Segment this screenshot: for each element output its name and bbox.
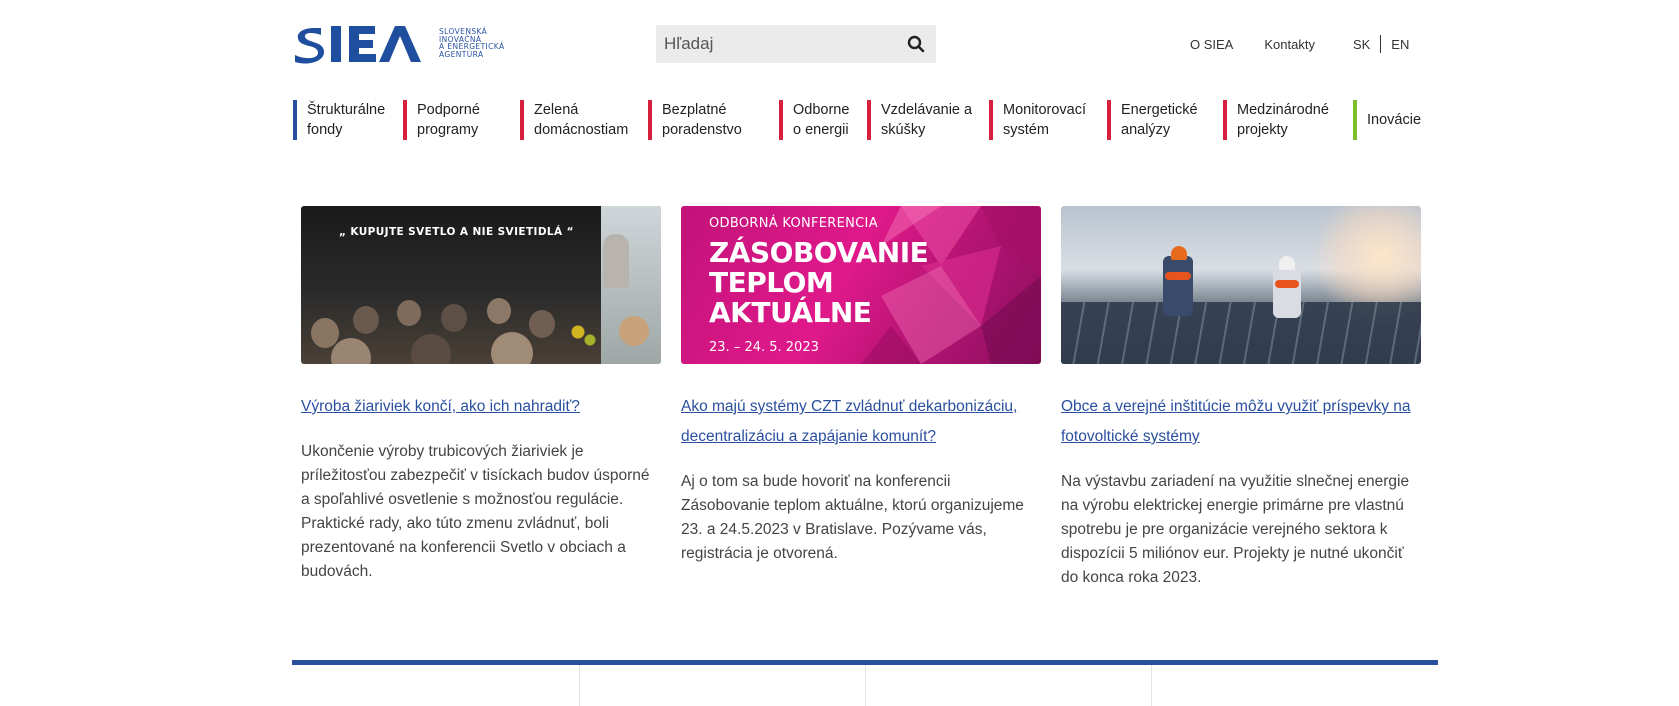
footer-column-divider — [1151, 665, 1152, 706]
lang-sk-link[interactable]: SK — [1353, 37, 1370, 52]
siea-logo[interactable]: SLOVENSKÁ INOVAČNÁ A ENERGETICKÁ AGENTÚR… — [291, 22, 523, 64]
image-audience — [331, 338, 371, 364]
search-button[interactable] — [896, 25, 936, 63]
article-excerpt: Ukončenie výroby trubicových žiariviek j… — [301, 443, 650, 580]
search-input[interactable] — [656, 25, 896, 63]
search-box — [656, 25, 936, 63]
image-solar-panels — [1061, 302, 1421, 364]
image-worker — [1273, 266, 1301, 318]
nav-item-inovacie[interactable]: Inovácie — [1353, 100, 1441, 140]
article-title-link[interactable]: Ako majú systémy CZT zvládnuť dekarboniz… — [681, 392, 1041, 452]
main-nav: Štrukturálne fondy Podporné programy Zel… — [293, 100, 1441, 140]
nav-accent-bar — [989, 100, 993, 140]
image-worker — [1165, 272, 1191, 280]
image-audience — [491, 332, 533, 364]
nav-accent-bar — [520, 100, 524, 140]
nav-label: Energetické analýzy — [1121, 102, 1198, 138]
nav-accent-bar — [1223, 100, 1227, 140]
image-audience — [529, 310, 555, 338]
nav-label: Odborne o energii — [793, 102, 850, 138]
lang-separator — [1380, 35, 1382, 53]
footer-column-divider — [579, 665, 580, 706]
image-worker — [1171, 246, 1187, 260]
nav-accent-bar — [1353, 100, 1357, 140]
nav-accent-bar — [1107, 100, 1111, 140]
nav-label: Štrukturálne fondy — [307, 102, 386, 138]
image-audience — [311, 318, 339, 348]
nav-item-energeticke-analyzy[interactable]: Energetické analýzy — [1107, 100, 1223, 140]
nav-label: Medzinárodné projekty — [1237, 102, 1329, 138]
article-image-solar-workers[interactable] — [1061, 206, 1421, 364]
about-link[interactable]: O SIEA — [1190, 37, 1233, 52]
logo-tagline: SLOVENSKÁ INOVAČNÁ A ENERGETICKÁ AGENTÚR… — [439, 28, 505, 58]
image-audience — [397, 300, 421, 326]
nav-item-podporne-programy[interactable]: Podporné programy — [403, 100, 520, 140]
article-title-link[interactable]: Výroba žiariviek končí, ako ich nahradiť… — [301, 392, 661, 422]
nav-label: Inovácie — [1367, 112, 1422, 128]
nav-label: Bezplatné poradenstvo — [662, 102, 742, 138]
image-worker — [1275, 280, 1299, 288]
image-speaker — [603, 234, 629, 288]
nav-item-strukturalne-fondy[interactable]: Štrukturálne fondy — [293, 100, 403, 140]
image-audience — [353, 306, 379, 334]
nav-accent-bar — [293, 100, 297, 140]
image-audience — [487, 298, 511, 324]
article-excerpt: Na výstavbu zariadení na využitie slnečn… — [1061, 473, 1410, 586]
nav-item-vzdelavanie-a-skusky[interactable]: Vzdelávanie a skúšky — [867, 100, 989, 140]
nav-accent-bar — [779, 100, 783, 140]
image-banner-text: „ KUPUJTE SVETLO A NIE SVIETIDLÁ “ — [339, 226, 574, 238]
nav-item-monitorovaci-system[interactable]: Monitorovací systém — [989, 100, 1107, 140]
image-kicker-text: ODBORNÁ KONFERENCIA — [709, 216, 878, 231]
article-image-conference[interactable]: „ KUPUJTE SVETLO A NIE SVIETIDLÁ “ — [301, 206, 661, 364]
nav-item-medzinarodne-projekty[interactable]: Medzinárodné projekty — [1223, 100, 1353, 140]
article-card: „ KUPUJTE SVETLO A NIE SVIETIDLÁ “ Výrob… — [301, 206, 661, 590]
nav-accent-bar — [403, 100, 407, 140]
news-articles: „ KUPUJTE SVETLO A NIE SVIETIDLÁ “ Výrob… — [301, 206, 1421, 590]
nav-accent-bar — [648, 100, 652, 140]
top-links: O SIEA Kontakty SK EN — [1190, 35, 1409, 53]
nav-item-bezplatne-poradenstvo[interactable]: Bezplatné poradenstvo — [648, 100, 779, 140]
nav-accent-bar — [867, 100, 871, 140]
article-title-link[interactable]: Obce a verejné inštitúcie môžu využiť pr… — [1061, 392, 1421, 452]
article-card: ODBORNÁ KONFERENCIA ZÁSOBOVANIE TEPLOM A… — [681, 206, 1041, 590]
nav-label: Vzdelávanie a skúšky — [881, 102, 973, 138]
image-date-text: 23. – 24. 5. 2023 — [709, 340, 819, 355]
nav-item-zelena-domacnostiam[interactable]: Zelená domácnostiam — [520, 100, 648, 140]
tagline-line: AGENTÚRA — [439, 49, 484, 59]
nav-label: Podporné programy — [417, 102, 480, 138]
article-image-conference-poster[interactable]: ODBORNÁ KONFERENCIA ZÁSOBOVANIE TEPLOM A… — [681, 206, 1041, 364]
footer-column-divider — [865, 665, 866, 706]
nav-label: Zelená domácnostiam — [534, 102, 629, 138]
image-headline-text: ZÁSOBOVANIE TEPLOM AKTUÁLNE — [709, 236, 929, 329]
contacts-link[interactable]: Kontakty — [1264, 37, 1315, 52]
image-worker — [1279, 256, 1295, 270]
image-audience — [619, 316, 649, 346]
article-excerpt: Aj o tom sa bude hovoriť na konferencii … — [681, 473, 1024, 562]
image-audience — [441, 304, 467, 332]
image-worker — [1163, 256, 1193, 316]
logo-mark — [291, 22, 431, 64]
article-card: Obce a verejné inštitúcie môžu využiť pr… — [1061, 206, 1421, 590]
image-flowers — [569, 316, 599, 356]
nav-item-odborne-o-energii[interactable]: Odborne o energii — [779, 100, 867, 140]
search-icon — [907, 35, 925, 53]
nav-label: Monitorovací systém — [1003, 102, 1087, 138]
lang-en-link[interactable]: EN — [1391, 37, 1409, 52]
image-audience — [411, 334, 451, 364]
